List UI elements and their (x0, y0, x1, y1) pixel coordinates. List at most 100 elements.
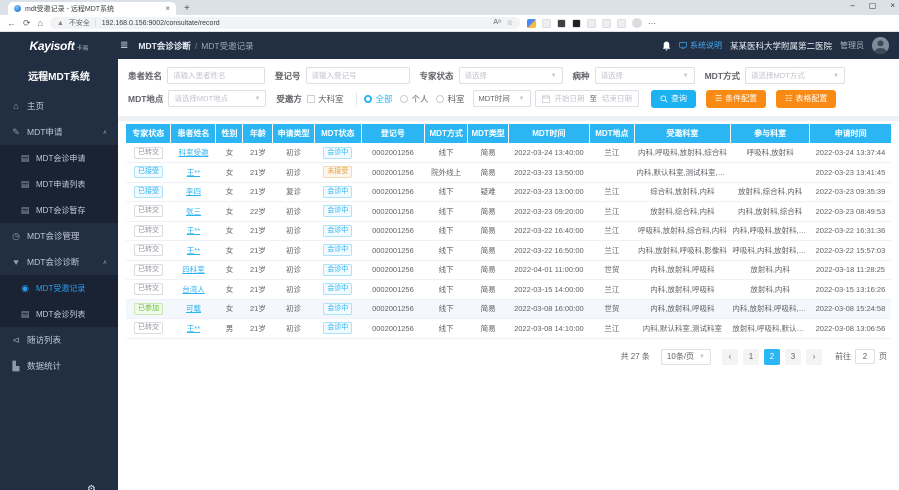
column-header: MDT状态 (314, 124, 361, 143)
browser-menu-icon[interactable]: ⋯ (648, 19, 657, 28)
table-config-button[interactable]: ☷ 表格配置 (776, 90, 836, 108)
sidebar-item-主页[interactable]: ⌂ 主页 (0, 93, 118, 119)
apply-time-cell: 2022-03-08 13:06:56 (810, 319, 891, 339)
page-button-3[interactable]: 3 (785, 349, 801, 365)
invitee-radio-个人[interactable]: 个人 (400, 93, 428, 105)
refresh-icon[interactable]: ⟳ (23, 19, 31, 28)
date-range-picker[interactable]: 开始日期 至 结束日期 (535, 90, 640, 107)
collections-icon[interactable] (617, 19, 626, 28)
reg-no-label: 登记号 (275, 70, 301, 82)
patient-name-link[interactable]: 李四 (186, 187, 201, 196)
condition-config-button[interactable]: ☰ 条件配置 (706, 90, 766, 108)
extension-icon[interactable] (572, 19, 581, 28)
tab-close-icon[interactable]: × (165, 5, 170, 13)
chevron-down-icon: ▼ (833, 73, 839, 79)
table-row: 已接受王**女21岁初诊未接受0002001256院外线上简易2022-03-2… (126, 163, 891, 183)
list-icon: ▤ (20, 153, 30, 164)
patient-name-link[interactable]: 王** (187, 168, 200, 177)
page-size-select[interactable]: 10条/页 ▼ (661, 349, 711, 365)
sidebar-item-MDT会诊列表[interactable]: ▤MDT会诊列表 (0, 301, 118, 327)
next-page-button[interactable]: › (806, 349, 822, 365)
disease-select[interactable]: 请选择▼ (595, 67, 695, 84)
radio-label: 个人 (411, 93, 428, 105)
mdt-place-select[interactable]: 请选择MDT地点▼ (168, 90, 266, 107)
window-close-icon[interactable]: × (890, 1, 895, 10)
page-button-2[interactable]: 2 (764, 349, 780, 365)
chevron-down-icon: ▼ (519, 96, 525, 102)
sidebar-item-MDT会诊暂存[interactable]: ▤MDT会诊暂存 (0, 197, 118, 223)
radio-label: 全部 (375, 93, 392, 105)
sidebar-item-label: 主页 (27, 100, 44, 112)
invitee-radio-科室[interactable]: 科室 (436, 93, 464, 105)
page-jump-input[interactable] (855, 349, 875, 364)
sidebar-item-MDT会诊申请[interactable]: ▤ MDT会诊申请 (0, 145, 118, 171)
patient-name-link[interactable]: 台湾人 (182, 285, 205, 294)
sidebar-collapse-icon[interactable]: ≣ (120, 40, 128, 51)
sidebar-item-MDT会诊管理[interactable]: ◷MDT会诊管理 (0, 223, 118, 249)
time-type-select[interactable]: MDT时间▼ (473, 90, 531, 107)
mdt-type-cell: 简易 (468, 163, 508, 183)
page-button-1[interactable]: 1 (743, 349, 759, 365)
sidebar-item-label: MDT会诊管理 (27, 230, 79, 242)
extension-icon[interactable] (542, 19, 551, 28)
settings-gear-icon[interactable]: ⚙ (87, 484, 96, 490)
patient-name-link[interactable]: 可载 (186, 304, 201, 313)
radio-icon (436, 95, 444, 103)
read-aloud-icon[interactable]: Aᵃ (493, 19, 500, 27)
mdt-mode-select[interactable]: 请选择MDT方式▼ (745, 67, 845, 84)
radio-label: 科室 (447, 93, 464, 105)
system-help-link[interactable]: 系统说明 (679, 40, 722, 51)
sidebar-item-数据统计[interactable]: ▙数据统计 (0, 353, 118, 379)
extension-icon[interactable] (527, 19, 536, 28)
extension-icon[interactable] (587, 19, 596, 28)
browser-profile-icon[interactable] (632, 18, 642, 28)
window-maximize-icon[interactable]: ▢ (869, 1, 877, 10)
user-avatar[interactable] (872, 37, 889, 54)
mdt-status-cell: 会诊中 (314, 280, 361, 300)
browser-tab[interactable]: mdt受邀记录 - 远程MDT系统 × (8, 2, 176, 15)
sidebar-item-MDT会诊诊断[interactable]: ♥MDT会诊诊断∧ (0, 249, 118, 275)
prev-page-button[interactable]: ‹ (722, 349, 738, 365)
patient-name-link[interactable]: 王** (187, 246, 200, 255)
query-button[interactable]: 查询 (651, 90, 696, 108)
column-header: 性别 (216, 124, 243, 143)
sidebar-item-MDT申请[interactable]: ✎MDT申请∧ (0, 119, 118, 145)
home-icon[interactable]: ⌂ (38, 19, 43, 28)
table-row: 已转交张三女22岁初诊会诊中0002001256线下简易2022-03-23 0… (126, 202, 891, 222)
sidebar-item-label: MDT会诊申请 (36, 153, 85, 164)
patient-name-link[interactable]: 四科室 (182, 265, 205, 274)
status-badge: 会诊中 (323, 205, 352, 217)
mdt-place-cell: 兰江 (589, 143, 634, 163)
split-screen-icon[interactable] (602, 19, 611, 28)
patient-name-link[interactable]: 王** (187, 226, 200, 235)
reg-no-cell: 0002001256 (361, 299, 424, 319)
sidebar-item-随访列表[interactable]: ⊲随访列表 (0, 327, 118, 353)
extension-icon[interactable] (557, 19, 566, 28)
notification-bell-icon[interactable] (662, 41, 671, 51)
patient-name-link[interactable]: 王** (187, 324, 200, 333)
gender-cell: 女 (216, 143, 243, 163)
new-tab-icon[interactable]: + (184, 3, 190, 14)
home-icon: ⌂ (11, 101, 21, 111)
apply-type-cell: 初诊 (273, 319, 314, 339)
age-cell: 22岁 (243, 202, 273, 222)
expert-status-select[interactable]: 请选择▼ (459, 67, 563, 84)
invitee-radio-全部[interactable]: 全部 (364, 93, 392, 105)
joined-depts-cell: 内科,放射科,综合科 (730, 202, 810, 222)
gender-cell: 女 (216, 182, 243, 202)
security-warning-icon: ▲ (57, 20, 64, 27)
major-dept-checkbox[interactable]: 大科室 (307, 93, 344, 105)
back-icon[interactable]: ← (7, 19, 16, 28)
sidebar-item-MDT受邀记录[interactable]: ◉MDT受邀记录 (0, 275, 118, 301)
patient-name-link[interactable]: 科室受邀 (178, 148, 208, 157)
favorite-star-icon[interactable]: ☆ (507, 19, 513, 27)
window-minimize-icon[interactable]: – (850, 1, 854, 10)
patient-name-link[interactable]: 张三 (186, 207, 201, 216)
address-bar[interactable]: ▲ 不安全 | 192.168.0.156:9002/consultate/re… (50, 17, 520, 29)
sidebar-item-MDT申请列表[interactable]: ▤MDT申请列表 (0, 171, 118, 197)
gender-cell: 女 (216, 260, 243, 280)
reg-no-input[interactable] (306, 67, 410, 84)
apply-type-cell: 初诊 (273, 241, 314, 261)
patient-name-input[interactable] (167, 67, 265, 84)
patient-name-cell: 王** (171, 241, 216, 261)
